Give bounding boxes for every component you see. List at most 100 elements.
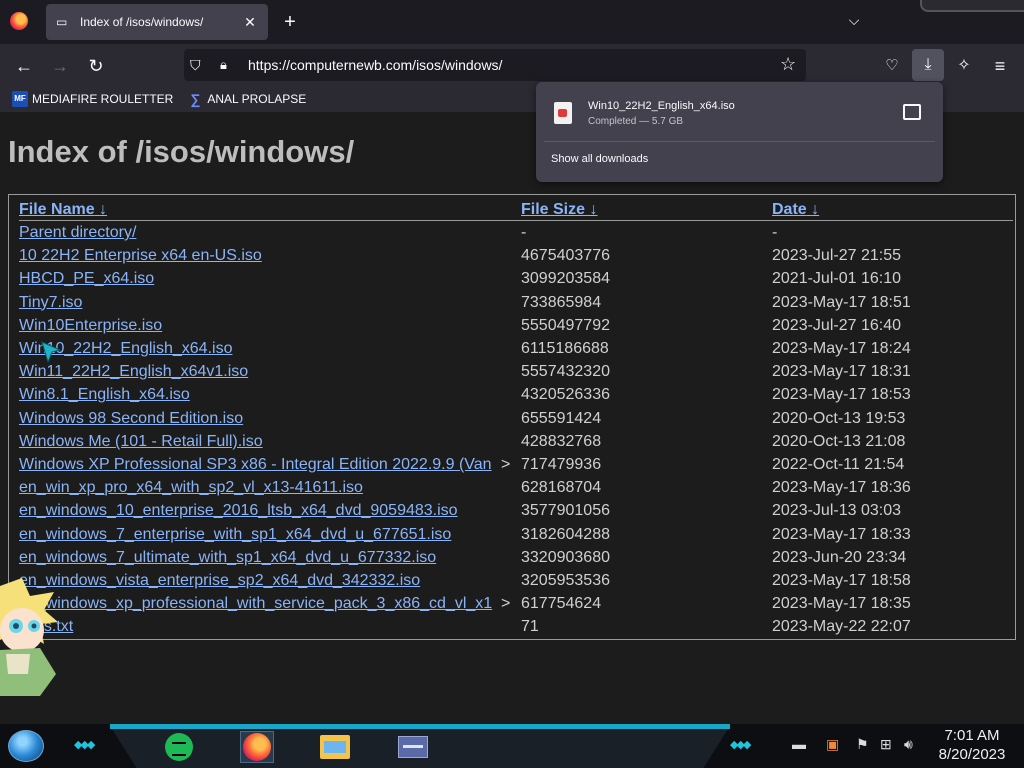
application-window-icon (398, 736, 428, 758)
file-link[interactable]: en_windows_xp_professional_with_service_… (19, 595, 492, 612)
system-clock[interactable]: 7:01 AM 8/20/2023 (930, 726, 1014, 764)
file-link[interactable]: HBCD_PE_x64.iso (19, 270, 154, 287)
file-date-cell: 2023-May-17 18:33 (772, 525, 911, 543)
file-link[interactable]: Win8.1_English_x64.iso (19, 386, 190, 403)
table-row: Windows XP Professional SP3 x86 - Integr… (19, 453, 1013, 476)
table-row: Win10Enterprise.iso 5550497792 2023-Jul-27… (19, 314, 1013, 337)
file-size-cell: 717479936 (521, 456, 602, 473)
file-date-cell: 2020-Oct-13 21:08 (772, 432, 906, 450)
taskbar-app-window[interactable] (396, 731, 430, 763)
file-link[interactable]: en_windows_7_enterprise_with_sp1_x64_dvd… (19, 526, 451, 543)
spotify-icon (165, 733, 193, 761)
file-size-cell: 6115186688 (521, 340, 609, 357)
table-row: en_windows_7_ultimate_with_sp1_x64_dvd_u… (19, 546, 1013, 569)
back-button[interactable]: ← (10, 52, 38, 80)
start-orb-icon[interactable] (8, 730, 44, 762)
clock-date: 8/20/2023 (938, 746, 1006, 763)
file-link[interactable]: Parent directory/ (19, 224, 136, 241)
list-all-tabs-icon[interactable]: ⌵ (844, 12, 864, 32)
file-date-cell: 2023-May-22 22:07 (772, 618, 911, 636)
new-tab-button[interactable]: + (280, 10, 300, 34)
download-item[interactable]: Win10_22H2_English_x64.iso Completed — 5… (544, 90, 935, 136)
sigma-bookmark-icon: ∑ (190, 91, 201, 107)
table-row: Win10_22H2_English_x64.iso 6115186688 2023… (19, 337, 1013, 360)
taskbar-app-firefox[interactable] (240, 731, 274, 763)
volume-icon[interactable]: 🔊︎ (904, 736, 913, 753)
table-row: Win8.1_English_x64.iso 4320526336 2023-May… (19, 383, 1013, 406)
file-link[interactable]: Tiny7.iso (19, 294, 82, 311)
file-size-cell: 71 (521, 618, 539, 636)
chevron-decoration-icon: ◆◆◆ (730, 739, 751, 751)
url-input[interactable] (248, 57, 768, 73)
taskbar-app-spotify[interactable] (162, 731, 196, 763)
forward-button[interactable]: → (46, 52, 74, 80)
file-link[interactable]: Windows 98 Second Edition.iso (19, 410, 243, 427)
sort-by-date-link[interactable]: Date ↓ (772, 201, 819, 218)
page-content: Index of /isos/windows/ File Name ↓ File… (0, 112, 1024, 724)
sort-by-file-name-link[interactable]: File Name ↓ (19, 201, 107, 218)
table-row: Win11_22H2_English_x64v1.iso 5557432320 20… (19, 360, 1013, 383)
pocket-icon[interactable]: ♡ (878, 52, 906, 80)
file-listing-table: File Name ↓ File Size ↓ Date ↓ Parent di… (8, 194, 1016, 640)
file-size-cell: 617754624 (521, 595, 602, 613)
sort-by-file-size-link[interactable]: File Size ↓ (521, 201, 597, 218)
download-file-name: Win10_22H2_English_x64.iso (588, 99, 735, 112)
file-date-cell: 2021-Jul-01 16:10 (772, 270, 901, 288)
tray-app-icon[interactable]: ▣ (826, 736, 839, 753)
file-link[interactable]: Win11_22H2_English_x64v1.iso (19, 363, 248, 380)
file-link[interactable]: en_win_xp_pro_x64_with_sp2_vl_x13-41611.… (19, 479, 363, 496)
file-size-cell: 3099203584 (521, 270, 610, 288)
file-link[interactable]: en_windows_7_ultimate_with_sp1_x64_dvd_u… (19, 549, 436, 566)
taskbar-app-file-explorer[interactable] (318, 731, 352, 763)
bookmark-anal-prolapse[interactable]: ∑ ANAL PROLAPSE (187, 91, 306, 107)
tracking-protection-shield-icon[interactable]: ⛉ (190, 57, 208, 74)
table-row: en_windows_vista_enterprise_sp2_x64_dvd_… (19, 569, 1013, 592)
table-row: keys.txt 71 2023-May-22 22:07 (19, 615, 1013, 638)
file-size-cell: 5557432320 (521, 363, 610, 381)
file-link[interactable]: en_windows_10_enterprise_2016_ltsb_x64_d… (19, 502, 458, 519)
downloads-button[interactable]: ⤓ (912, 49, 944, 81)
panel-divider (544, 141, 935, 142)
file-date-cell: 2023-Jul-27 16:40 (772, 316, 901, 334)
file-date-cell: 2023-May-17 18:36 (772, 479, 911, 497)
file-link[interactable]: 10 22H2 Enterprise x64 en-US.iso (19, 247, 262, 264)
open-folder-icon[interactable] (903, 104, 921, 120)
file-link[interactable]: Windows XP Professional SP3 x86 - Integr… (19, 456, 492, 473)
table-row: 10 22H2 Enterprise x64 en-US.iso 46754037… (19, 244, 1013, 267)
file-link[interactable]: Windows Me (101 - Retail Full).iso (19, 433, 263, 450)
file-link[interactable]: Win10Enterprise.iso (19, 317, 162, 334)
action-center-flag-icon[interactable]: ⚑ (856, 736, 869, 753)
table-row: en_windows_7_enterprise_with_sp1_x64_dvd… (19, 523, 1013, 546)
table-row: en_windows_xp_professional_with_service_… (19, 592, 1013, 615)
tab-close-icon[interactable]: ✕ (242, 14, 258, 31)
file-date-cell: 2023-May-17 18:35 (772, 595, 911, 613)
file-size-cell: 5550497792 (521, 316, 610, 334)
clock-time: 7:01 AM (944, 727, 1000, 744)
tab-index-isos-windows[interactable]: ▭ Index of /isos/windows/ ✕ (46, 4, 268, 40)
download-status: Completed — 5.7 GB (588, 115, 684, 127)
file-explorer-icon (320, 735, 350, 759)
file-size-cell: 3182604288 (521, 525, 610, 543)
file-date-cell: 2023-May-17 18:24 (772, 340, 911, 357)
file-date-cell: 2023-Jun-20 23:34 (772, 548, 907, 566)
file-size-cell: 628168704 (521, 479, 602, 497)
show-all-downloads-link[interactable]: Show all downloads (551, 153, 648, 165)
file-date-cell: 2022-Oct-11 21:54 (772, 456, 905, 473)
firefox-menu-icon[interactable] (10, 12, 28, 30)
hamburger-menu-icon[interactable]: ≡ (986, 52, 1014, 80)
tray-overflow-icon[interactable]: ▬ (792, 736, 806, 752)
bookmark-star-icon[interactable]: ☆ (780, 54, 800, 75)
network-icon[interactable]: ⊞ (880, 736, 892, 753)
file-size-cell: 733865984 (521, 293, 602, 311)
file-size-cell: 3320903680 (521, 548, 610, 566)
extensions-puzzle-icon[interactable]: ✧ (950, 52, 978, 80)
lock-icon[interactable]: 🔒︎ (220, 57, 236, 73)
reload-button[interactable]: ↻ (82, 52, 110, 80)
table-row: en_win_xp_pro_x64_with_sp2_vl_x13-41611.… (19, 476, 1013, 499)
url-bar[interactable]: ⛉ 🔒︎ ☆ (184, 49, 806, 81)
file-date-cell: 2023-Jul-13 03:03 (772, 502, 901, 520)
bookmark-mediafire-rouletter[interactable]: MF MEDIAFIRE ROULETTER (12, 91, 173, 107)
folder-tab-icon: ▭ (56, 15, 68, 29)
tab-title: Index of /isos/windows/ (80, 15, 204, 29)
file-link[interactable]: en_windows_vista_enterprise_sp2_x64_dvd_… (19, 572, 420, 589)
